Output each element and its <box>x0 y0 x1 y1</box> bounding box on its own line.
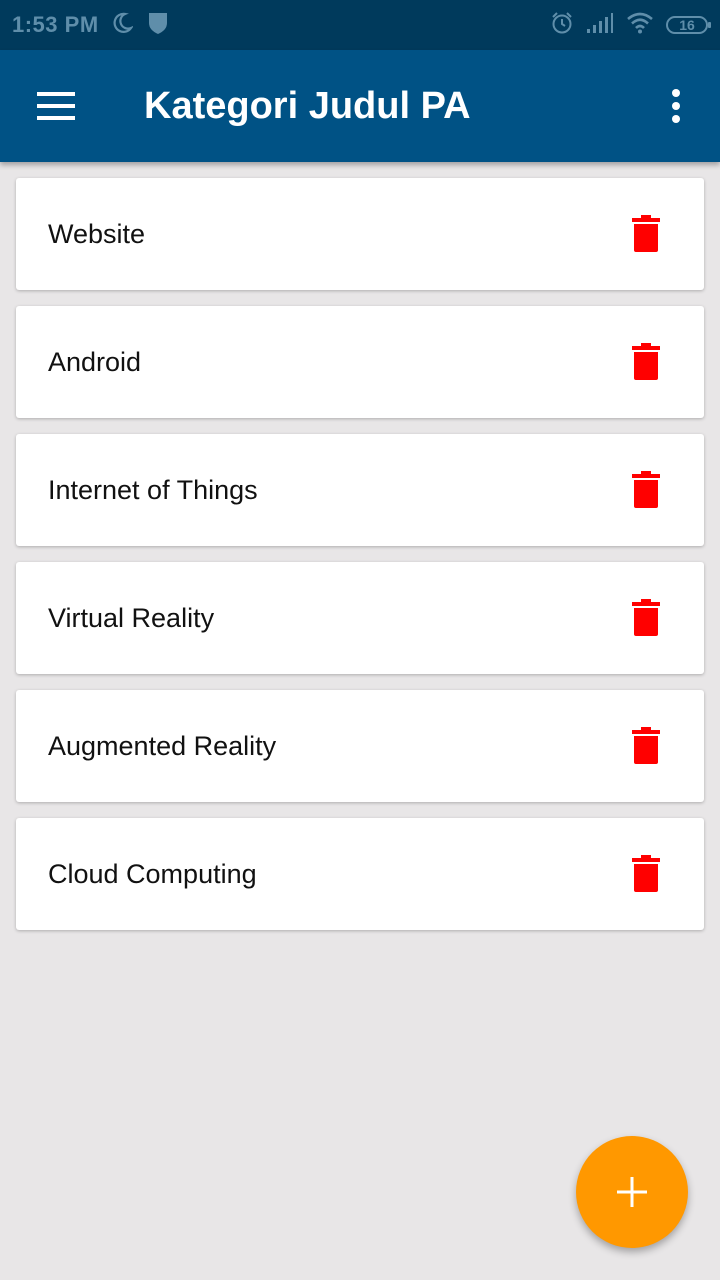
shield-icon <box>147 11 169 40</box>
plus-icon <box>617 1177 647 1207</box>
category-label: Website <box>48 218 146 249</box>
category-list: Website Android Internet of Things Virtu… <box>16 178 704 946</box>
trash-icon[interactable] <box>626 716 666 776</box>
category-label: Cloud Computing <box>48 858 257 889</box>
more-vert-icon[interactable] <box>632 50 720 162</box>
status-time: 1:53 PM <box>12 12 99 37</box>
add-category-button[interactable] <box>576 1136 688 1248</box>
status-bar: 1:53 PM 16 <box>0 0 720 50</box>
moon-icon <box>111 12 134 39</box>
category-label: Android <box>48 346 142 377</box>
trash-icon[interactable] <box>626 204 666 264</box>
category-card[interactable]: Internet of Things <box>16 434 704 546</box>
hamburger-menu-icon[interactable] <box>0 50 112 162</box>
signal-icon <box>586 12 614 39</box>
battery-icon: 16 <box>666 16 711 34</box>
battery-level: 16 <box>679 17 695 33</box>
category-card[interactable]: Cloud Computing <box>16 818 704 930</box>
wifi-icon <box>626 12 654 39</box>
trash-icon[interactable] <box>626 844 666 904</box>
alarm-icon <box>550 11 574 40</box>
trash-icon[interactable] <box>626 460 666 520</box>
category-card[interactable]: Website <box>16 178 704 290</box>
app-bar: Kategori Judul PA <box>0 50 720 162</box>
page-title: Kategori Judul PA <box>144 84 471 127</box>
category-label: Augmented Reality <box>48 730 277 761</box>
trash-icon[interactable] <box>626 332 666 392</box>
category-card[interactable]: Virtual Reality <box>16 562 704 674</box>
category-card[interactable]: Android <box>16 306 704 418</box>
trash-icon[interactable] <box>626 588 666 648</box>
category-label: Virtual Reality <box>48 602 215 633</box>
category-card[interactable]: Augmented Reality <box>16 690 704 802</box>
category-label: Internet of Things <box>48 474 258 505</box>
